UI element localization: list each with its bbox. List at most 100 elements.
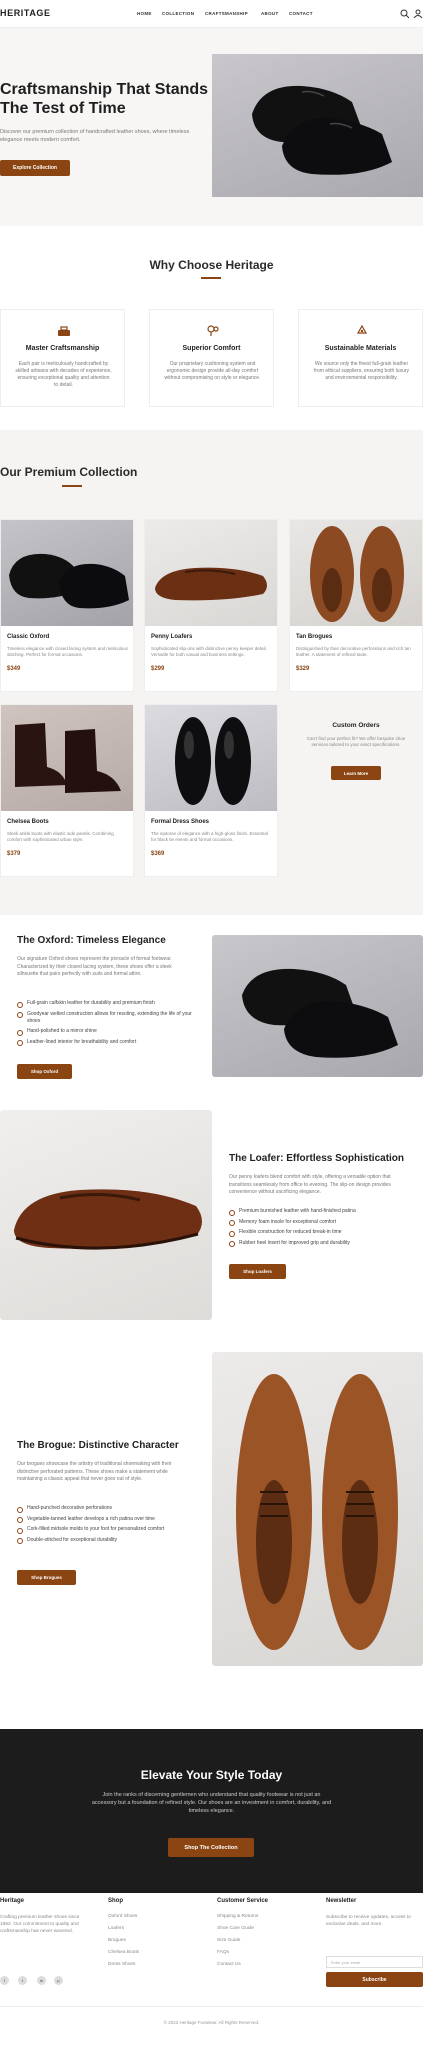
feature-item: Leather-lined interior for breathability… [17,1039,193,1046]
title-underline [201,277,221,279]
custom-orders-title: Custom Orders [332,722,380,729]
product-desc: Distinguished by their decorative perfor… [296,646,411,657]
feature-item: Memory foam insole for exceptional comfo… [229,1219,407,1226]
collection-title: Our Premium Collection [0,465,138,479]
hero-subtitle: Discover our premium collection of handc… [0,129,190,143]
feature-card: Sustainable Materials We source only the… [298,309,423,407]
newsletter-text: Subscribe to receive updates, access to … [326,1915,411,1927]
feature-list: Premium burnished leather with hand-fini… [229,1208,407,1250]
comfort-icon [206,325,220,337]
product-card[interactable]: Classic Oxford Timeless elegance with cl… [0,519,134,692]
product-card[interactable]: Penny Loafers Sophisticated slip-ons wit… [144,519,278,692]
logo[interactable]: HERITAGE [0,8,51,18]
pinterest-icon[interactable]: p [54,1976,63,1985]
product-image [290,520,422,626]
hero-oxford-shoes-image [212,54,423,197]
footer-link[interactable]: Oxford Shoes [108,1914,137,1919]
product-price: $299 [151,666,165,672]
learn-more-button[interactable]: Learn More [331,766,381,780]
feature-desc: We source only the finest full-grain lea… [313,361,410,381]
footer-about-title: Heritage [0,1898,25,1904]
subscribe-button[interactable]: Subscribe [326,1972,423,1987]
nav-contact[interactable]: CONTACT [289,11,313,16]
product-name: Tan Brogues [296,634,333,640]
cta-title: Elevate Your Style Today [140,1768,283,1782]
product-name: Penny Loafers [151,634,193,640]
feature-item: Vegetable-tanned leather develops a rich… [17,1516,193,1523]
section-title: The Oxford: Timeless Elegance [17,935,166,946]
feature-card: Master Craftsmanship Each pair is meticu… [0,309,125,407]
custom-orders-desc: Can't find your perfect fit? We offer be… [306,736,406,747]
feature-item: Rubber heel insert for improved grip and… [229,1240,407,1247]
product-image [1,705,133,811]
footer-newsletter-title: Newsletter [326,1898,357,1904]
copyright: © 2023 Heritage Footwear. All Rights Res… [163,2020,260,2025]
feature-desc: Our proprietary cushioning system and er… [164,361,261,381]
footer-link[interactable]: Size Guide [217,1938,240,1943]
shop-brogues-button[interactable]: Shop Brogues [17,1570,76,1585]
nav-collection[interactable]: COLLECTION [162,11,194,16]
feature-title: Master Craftsmanship [25,345,100,352]
section-desc: Our brogues showcase the artistry of tra… [17,1461,172,1482]
feature-item: Hand-polished to a mirror shine [17,1028,193,1036]
loafer-image [0,1110,212,1320]
footer-link[interactable]: Shoe Care Guide [217,1926,254,1931]
search-icon[interactable] [400,9,410,19]
shop-collection-button[interactable]: Shop The Collection [168,1838,254,1857]
footer-link[interactable]: FAQs [217,1950,229,1955]
section-desc: Our penny loafers blend comfort with sty… [229,1174,391,1195]
product-image [145,705,277,811]
nav-home[interactable]: HOME [137,11,152,16]
footer-link[interactable]: Shipping & Returns [217,1914,258,1919]
product-desc: Sophisticated slip-ons with distinctive … [151,646,267,657]
feature-title: Sustainable Materials [324,345,397,352]
feature-desc: Each pair is meticulously handcrafted by… [15,361,112,388]
product-desc: The epitome of elegance with a high-glos… [151,831,268,842]
product-price: $369 [151,851,165,857]
footer-service-title: Customer Service [217,1898,269,1904]
oxford-image [212,935,423,1077]
twitter-icon[interactable]: t [18,1976,27,1985]
product-card[interactable]: Chelsea Boots Sleek ankle boots with ela… [0,704,134,877]
section-title: The Loafer: Effortless Sophistication [229,1153,405,1164]
footer-shop-title: Shop [108,1898,123,1904]
explore-collection-button[interactable]: Explore Collection [0,160,70,176]
nav-craftsmanship[interactable]: CRAFTSMANSHIP [205,11,248,16]
product-image [1,520,133,626]
feature-item: Premium burnished leather with hand-fini… [229,1208,407,1216]
email-field[interactable]: Enter your email [326,1956,423,1968]
footer-divider [0,2006,423,2007]
feature-title: Superior Comfort [182,345,241,352]
custom-orders-card: Custom Orders Can't find your perfect fi… [289,704,423,811]
instagram-icon[interactable]: in [37,1976,46,1985]
product-card[interactable]: Formal Dress Shoes The epitome of elegan… [144,704,278,877]
section-desc: Our signature Oxford shoes represent the… [17,956,172,977]
footer-link[interactable]: Brogues [108,1938,126,1943]
shop-loafers-button[interactable]: Shop Loafers [229,1264,286,1279]
facebook-icon[interactable]: f [0,1976,9,1985]
product-desc: Sleek ankle boots with elastic side pane… [7,831,114,842]
tools-icon [57,325,71,337]
product-card[interactable]: Tan Brogues Distinguished by their decor… [289,519,423,692]
user-icon[interactable] [413,9,423,19]
hero-title: Craftsmanship That Stands The Test of Ti… [0,81,209,117]
footer-link[interactable]: Chelsea Boots [108,1950,139,1955]
feature-item: Hand-punched decorative perforations [17,1505,193,1513]
feature-item: Full-grain calfskin leather for durabili… [17,1000,193,1008]
brogue-image [212,1352,423,1666]
footer-link[interactable]: Loafers [108,1926,124,1931]
footer-about-text: Crafting premium leather shoes since 195… [0,1915,80,1934]
footer-link[interactable]: Dress Shoes [108,1962,135,1967]
product-name: Formal Dress Shoes [151,819,210,825]
footer-link[interactable]: Contact Us [217,1962,241,1967]
cta-desc: Join the ranks of discerning gentlemen w… [91,1792,332,1814]
product-name: Classic Oxford [7,634,50,640]
product-price: $329 [296,666,310,672]
shop-oxford-button[interactable]: Shop Oxford [17,1064,72,1079]
product-price: $379 [7,851,21,857]
nav-about[interactable]: ABOUT [261,11,279,16]
feature-item: Flexible construction for reduced break-… [229,1229,407,1237]
product-desc: Timeless elegance with closed lacing sys… [7,646,128,657]
recycle-icon [355,325,369,337]
why-section-title: Why Choose Heritage [149,258,274,272]
